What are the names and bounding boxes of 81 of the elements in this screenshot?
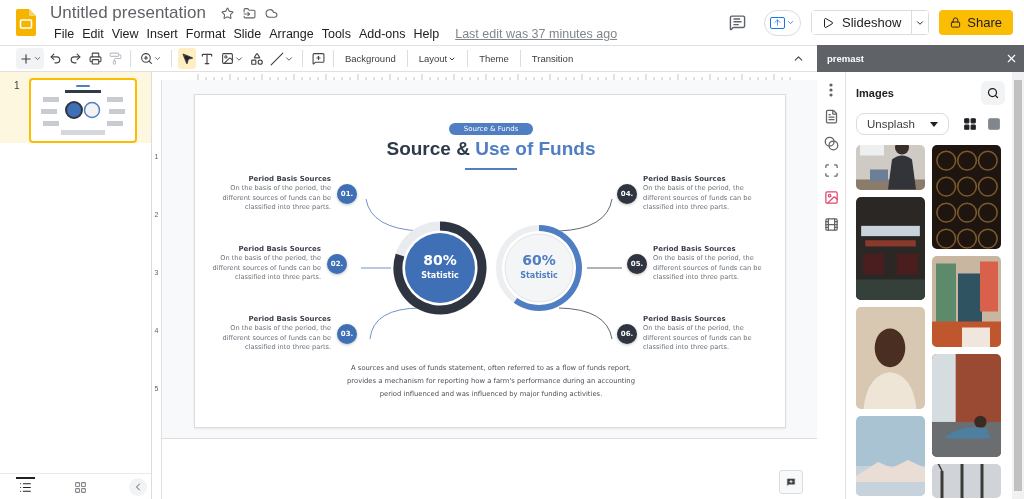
explore-button[interactable]: [779, 470, 803, 494]
grid-icon: [963, 117, 977, 131]
scrollbar[interactable]: [1014, 80, 1022, 491]
menu-item[interactable]: Help: [409, 26, 444, 42]
caret-icon: [786, 18, 796, 27]
slideshow-button[interactable]: Slideshow: [812, 11, 913, 34]
menu-item[interactable]: Insert: [142, 26, 182, 42]
cloud-icon[interactable]: [264, 6, 278, 20]
pointer-icon: [180, 52, 194, 65]
menu-item[interactable]: Format: [181, 26, 230, 42]
frame-tab[interactable]: [823, 163, 839, 178]
statistic-label: Statistic: [421, 271, 459, 280]
statistic-label: Statistic: [520, 271, 558, 280]
shapes-icon: [250, 51, 264, 66]
play-icon: [822, 16, 835, 29]
shapes-tab[interactable]: [823, 136, 839, 151]
connector-line: [360, 267, 392, 269]
grid-icon: [74, 481, 87, 494]
frame-icon: [823, 163, 839, 178]
menu-item[interactable]: File: [50, 26, 79, 42]
caret-icon: [153, 54, 162, 63]
grid-view-button[interactable]: [963, 117, 977, 131]
image-tab[interactable]: [823, 190, 839, 205]
document-title[interactable]: Untitled presentation: [50, 3, 206, 23]
caret-icon: [32, 54, 42, 63]
source-dropdown[interactable]: Unsplash: [856, 113, 949, 135]
comment-plus-icon: [311, 52, 325, 65]
line-icon: [270, 51, 284, 66]
gif-tab[interactable]: [823, 217, 839, 232]
redo-icon: [68, 52, 82, 65]
paint-roller-icon: [108, 52, 122, 65]
close-icon: [1005, 52, 1018, 65]
list-icon: [19, 481, 32, 494]
menu-item[interactable]: Add-ons: [354, 26, 410, 42]
share-button[interactable]: Share: [939, 10, 1013, 35]
star-icon[interactable]: [220, 6, 234, 20]
plus-icon: [18, 51, 33, 66]
comment-icon[interactable]: [729, 14, 747, 31]
menu-item[interactable]: View: [107, 26, 143, 42]
zoom-icon: [140, 52, 153, 65]
comment-plus-icon: [786, 475, 796, 489]
more-icon: [829, 83, 833, 97]
connector-line: [558, 307, 613, 340]
menu-item[interactable]: Tools: [317, 26, 355, 42]
search-icon: [987, 86, 999, 100]
printer-icon: [88, 52, 102, 65]
last-edit-link[interactable]: Last edit was 37 minutes ago: [455, 27, 618, 41]
statistic-value: 80%: [423, 252, 457, 268]
image-icon: [823, 190, 839, 205]
film-icon: [823, 217, 839, 232]
slide-canvas[interactable]: [194, 94, 786, 428]
menu-item[interactable]: Edit: [78, 26, 108, 42]
menu-item[interactable]: Slide: [229, 26, 266, 42]
toolbar-button[interactable]: Theme: [474, 53, 514, 64]
search-button[interactable]: [981, 81, 1005, 105]
upload-icon: [770, 16, 786, 29]
panel-title: premast: [827, 53, 864, 64]
shapes-icon: [823, 136, 839, 151]
connector-line: [558, 198, 613, 232]
lock-icon: [950, 17, 962, 28]
image-icon: [220, 52, 234, 65]
statistic-value: 60%: [522, 252, 556, 268]
close-button[interactable]: [1005, 52, 1018, 65]
toolbar-button[interactable]: Background: [340, 53, 401, 64]
document-tab[interactable]: [823, 109, 839, 124]
slide-thumbnail[interactable]: [28, 78, 137, 143]
menu-item[interactable]: Arrange: [265, 26, 318, 42]
panel-heading: Images: [856, 87, 894, 99]
toolbar-button[interactable]: Layout: [413, 53, 462, 64]
connector-line: [586, 267, 623, 269]
folder-icon[interactable]: [242, 6, 256, 20]
select-tool-button[interactable]: [178, 48, 196, 69]
slide-title: Source & Use of Funds: [385, 138, 597, 160]
text-box-icon: [200, 51, 214, 66]
caret-icon: [930, 121, 938, 127]
toolbar-button[interactable]: Transition: [526, 53, 579, 64]
document-icon: [823, 109, 839, 124]
title-underline: [465, 168, 517, 170]
more-button[interactable]: [829, 83, 833, 97]
undo-icon: [48, 52, 62, 65]
slide-number: 1: [14, 80, 20, 91]
